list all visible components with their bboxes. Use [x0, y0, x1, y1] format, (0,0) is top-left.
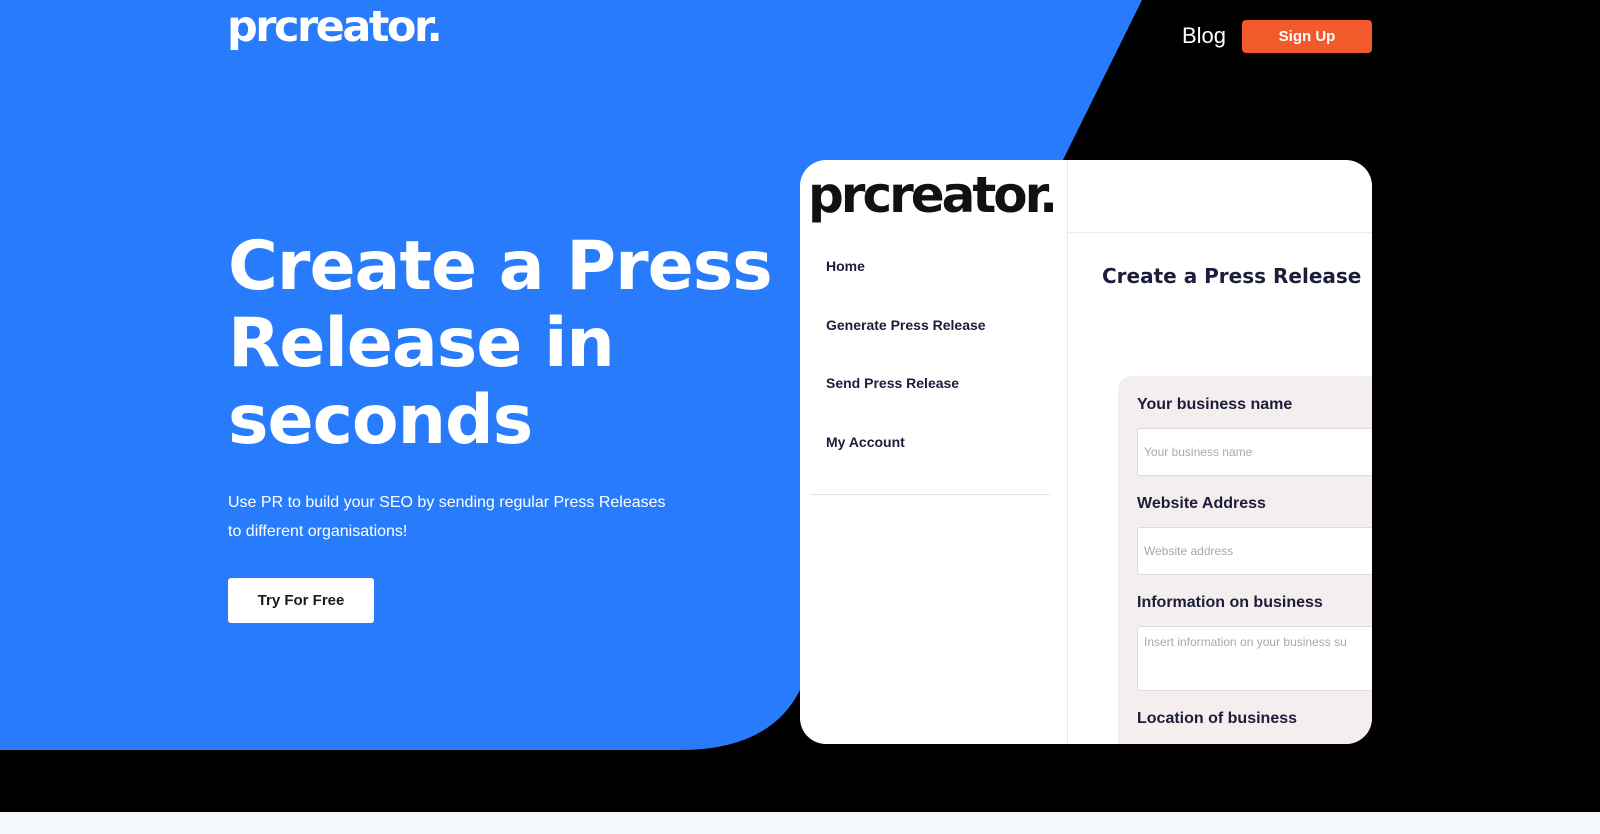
business-name-label: Your business name: [1137, 396, 1293, 413]
app-preview-card: prcreator. Home Generate Press Release S…: [800, 160, 1372, 744]
app-nav-item-account[interactable]: My Account: [826, 432, 986, 491]
brand-logo[interactable]: prcreator.: [227, 6, 443, 49]
sign-up-button[interactable]: Sign Up: [1242, 20, 1372, 53]
app-nav-item-send[interactable]: Send Press Release: [826, 373, 986, 432]
try-for-free-button[interactable]: Try For Free: [228, 578, 374, 623]
hero-headline: Create a Press Release in seconds: [228, 228, 828, 459]
website-address-field[interactable]: [1137, 527, 1372, 575]
app-topbar-divider: [1068, 232, 1372, 233]
business-info-label: Information on business: [1137, 594, 1323, 611]
hero-subtext: Use PR to build your SEO by sending regu…: [228, 494, 666, 540]
app-logo: prcreator.: [808, 166, 1058, 224]
headline-line-2: Release in: [228, 304, 615, 383]
website-address-label: Website Address: [1137, 495, 1266, 512]
app-nav-item-generate[interactable]: Generate Press Release: [826, 315, 986, 374]
business-location-label: Location of business: [1137, 710, 1298, 727]
business-info-field[interactable]: [1137, 626, 1372, 691]
headline-line-3: seconds: [228, 381, 533, 460]
sidebar-divider: [810, 494, 1050, 495]
nav-link-blog[interactable]: Blog: [1182, 23, 1226, 49]
business-name-field[interactable]: [1137, 428, 1372, 476]
app-nav: Home Generate Press Release Send Press R…: [826, 256, 986, 490]
headline-line-1: Create a Press: [228, 227, 773, 306]
app-page-title: Create a Press Release: [1102, 264, 1362, 288]
app-nav-item-home[interactable]: Home: [826, 256, 986, 315]
app-sidebar: prcreator. Home Generate Press Release S…: [800, 160, 1068, 744]
next-section-strip: [0, 812, 1600, 834]
